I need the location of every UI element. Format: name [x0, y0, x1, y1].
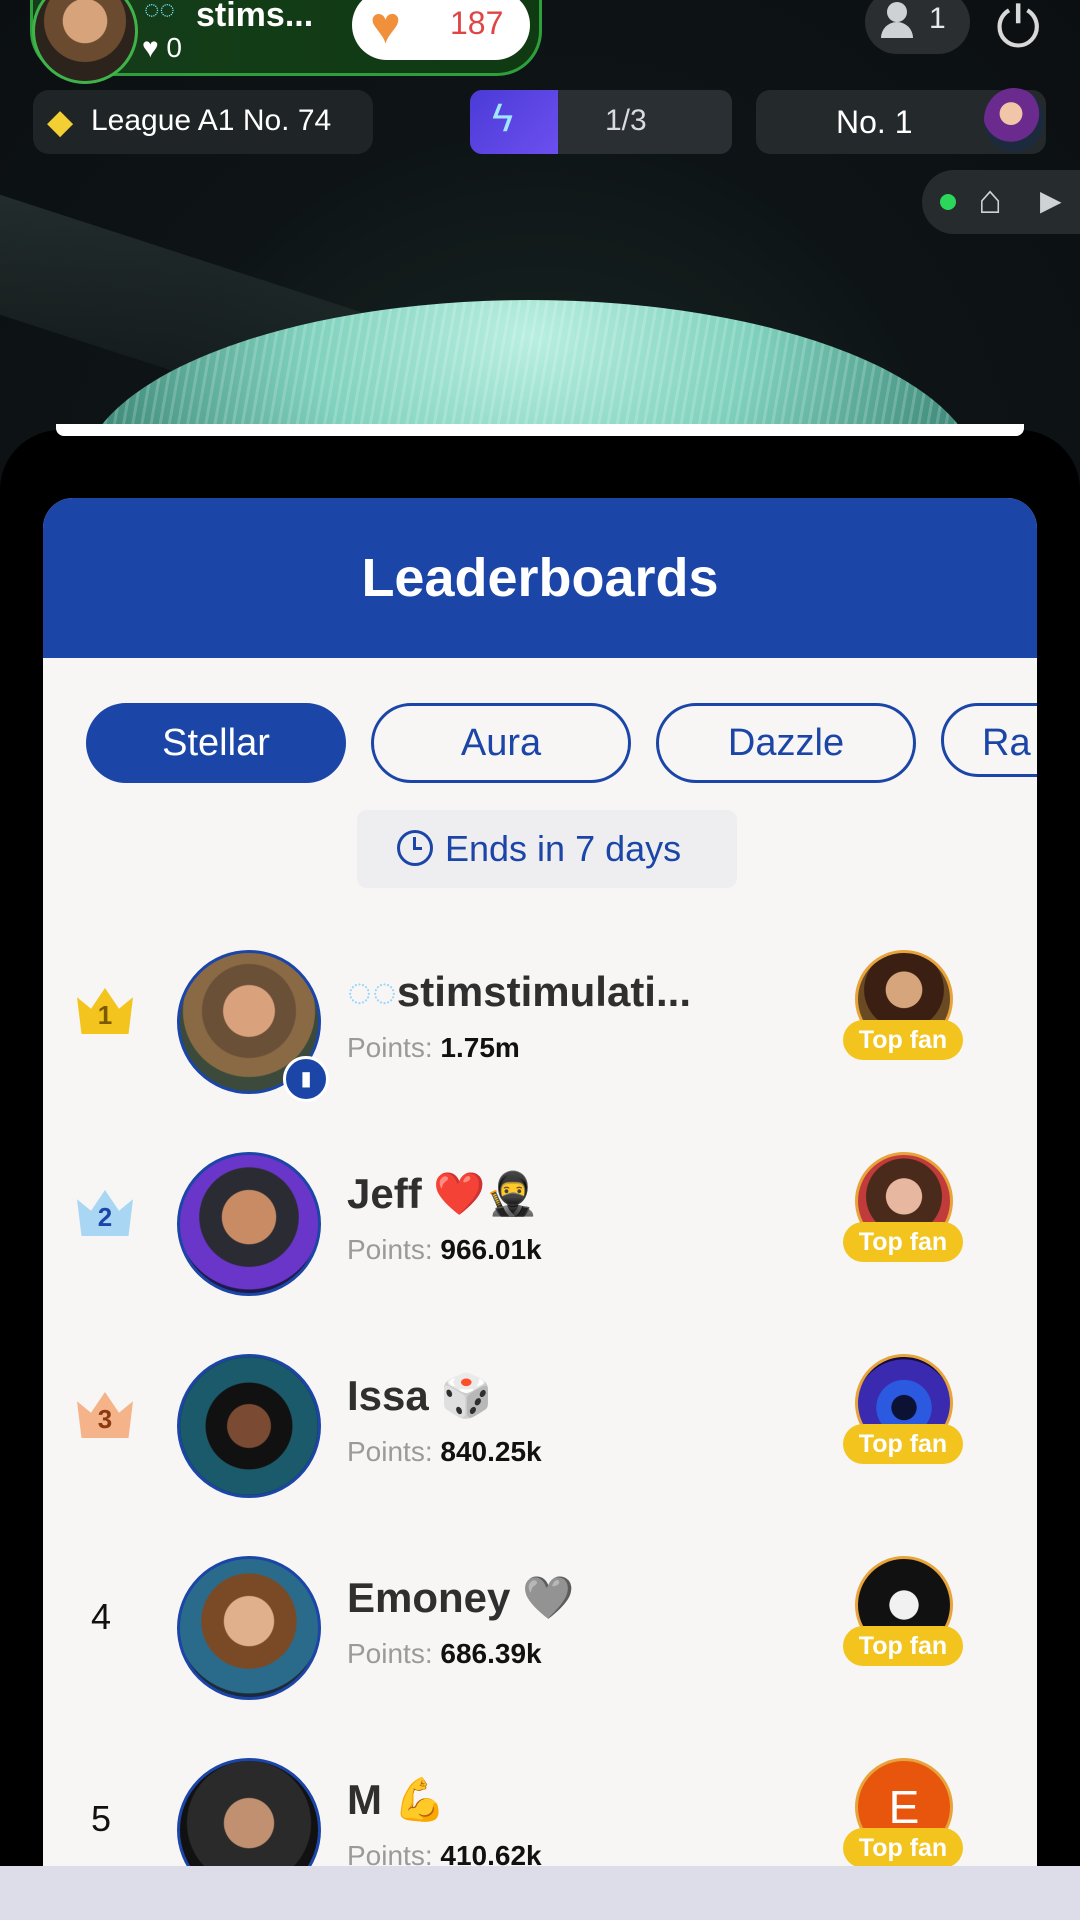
- rank-pill[interactable]: No. 1: [756, 88, 1046, 154]
- user-points: Points: 686.39k: [347, 1638, 542, 1669]
- ends-text: Ends in 7 days: [445, 828, 682, 869]
- crown-icon-bronze: 3: [77, 1392, 133, 1438]
- crown-icon-silver: 2: [77, 1190, 133, 1236]
- power-icon[interactable]: ⏻: [996, 0, 1040, 61]
- leaderboard-row[interactable]: 3 Issa 🎲 Points: 840.25k Top fan: [43, 1322, 1037, 1522]
- ends-timer: Ends in 7 days: [357, 810, 737, 888]
- rank-number: 2: [97, 1202, 113, 1232]
- rank-avatar: [984, 88, 1044, 152]
- user-points: Points: 410.62k: [347, 1840, 542, 1868]
- leaderboard-panel: Leaderboards Stellar Aura Dazzle Ra Ends…: [43, 498, 1037, 1868]
- viewer-count-button[interactable]: 1: [865, 0, 970, 54]
- rank-number: 1: [97, 1000, 113, 1030]
- heart-icon: ♥: [142, 32, 159, 63]
- diamond-icon: ◆: [47, 103, 74, 141]
- bubbles-icon: ◌◌: [347, 968, 397, 1015]
- live-controls[interactable]: ⌂ ▶: [922, 170, 1080, 234]
- user-avatar[interactable]: [177, 1758, 321, 1868]
- tab-ra[interactable]: Ra: [941, 703, 1037, 777]
- tab-aura[interactable]: Aura: [371, 703, 631, 783]
- leaderboard-row[interactable]: 5 M 💪 Points: 410.62k E Top fan: [43, 1726, 1037, 1868]
- match-thumbnail: ϟ: [470, 90, 558, 154]
- bottom-bar: [0, 1866, 1080, 1920]
- match-progress-pill[interactable]: ϟ 1/3: [470, 90, 732, 154]
- bubbles-icon: ◌◌: [144, 0, 175, 24]
- user-name: M 💪: [347, 1776, 446, 1823]
- crown-icon-gold: 1: [77, 988, 133, 1034]
- stats-icon: ▮: [283, 1056, 329, 1102]
- viewer-count: 1: [929, 2, 946, 35]
- user-name: Issa 🎲: [347, 1372, 493, 1419]
- tab-stellar[interactable]: Stellar: [86, 703, 346, 783]
- host-likes: ♥ 0: [142, 32, 182, 64]
- rank-number: 5: [90, 1798, 112, 1839]
- leaderboard-title: Leaderboards: [43, 498, 1037, 658]
- leaderboard-row[interactable]: 4 Emoney 🩶 Points: 686.39k Top fan: [43, 1524, 1037, 1724]
- play-icon[interactable]: ▶: [1040, 184, 1062, 217]
- lightning-icon: ϟ: [492, 96, 514, 140]
- leaderboard-tabs: Stellar Aura Dazzle Ra: [43, 703, 1037, 783]
- match-progress: 1/3: [605, 104, 647, 137]
- top-fan-badge: Top fan: [843, 1222, 963, 1262]
- user-icon: [881, 2, 913, 38]
- user-points: Points: 966.01k: [347, 1234, 542, 1265]
- rank-number: 3: [97, 1404, 113, 1434]
- user-points: Points: 840.25k: [347, 1436, 542, 1467]
- user-name: ◌◌stimstimulati...: [347, 968, 691, 1015]
- league-badge[interactable]: ◆ League A1 No. 74: [33, 90, 373, 154]
- sheet-handle-edge: [56, 424, 1024, 436]
- rank-label: No. 1: [836, 104, 913, 140]
- user-points: Points: 1.75m: [347, 1032, 520, 1063]
- heart-icon: ♥: [370, 0, 401, 55]
- user-avatar[interactable]: [177, 1354, 321, 1498]
- top-fan-badge: Top fan: [843, 1626, 963, 1666]
- user-name: Emoney 🩶: [347, 1574, 575, 1621]
- live-status-dot: [940, 194, 956, 210]
- user-avatar[interactable]: [177, 1152, 321, 1296]
- top-fan-badge: Top fan: [843, 1020, 963, 1060]
- rank-number: 4: [90, 1596, 112, 1637]
- leaderboard-row[interactable]: 1 ▮ ◌◌stimstimulati... Points: 1.75m Top…: [43, 918, 1037, 1118]
- top-fan-badge: Top fan: [843, 1424, 963, 1464]
- host-likes-count: 0: [166, 32, 182, 63]
- user-name: Jeff ❤️🥷: [347, 1170, 538, 1217]
- host-name: stims...: [196, 0, 314, 34]
- leaderboard-row[interactable]: 2 Jeff ❤️🥷 Points: 966.01k Top fan: [43, 1120, 1037, 1320]
- league-label: League A1 No. 74: [91, 104, 332, 137]
- tab-dazzle[interactable]: Dazzle: [656, 703, 916, 783]
- home-icon[interactable]: ⌂: [978, 178, 1002, 223]
- clock-icon: [397, 830, 433, 866]
- user-avatar[interactable]: [177, 1556, 321, 1700]
- top-fan-badge: Top fan: [843, 1828, 963, 1868]
- like-count: 187: [450, 5, 504, 41]
